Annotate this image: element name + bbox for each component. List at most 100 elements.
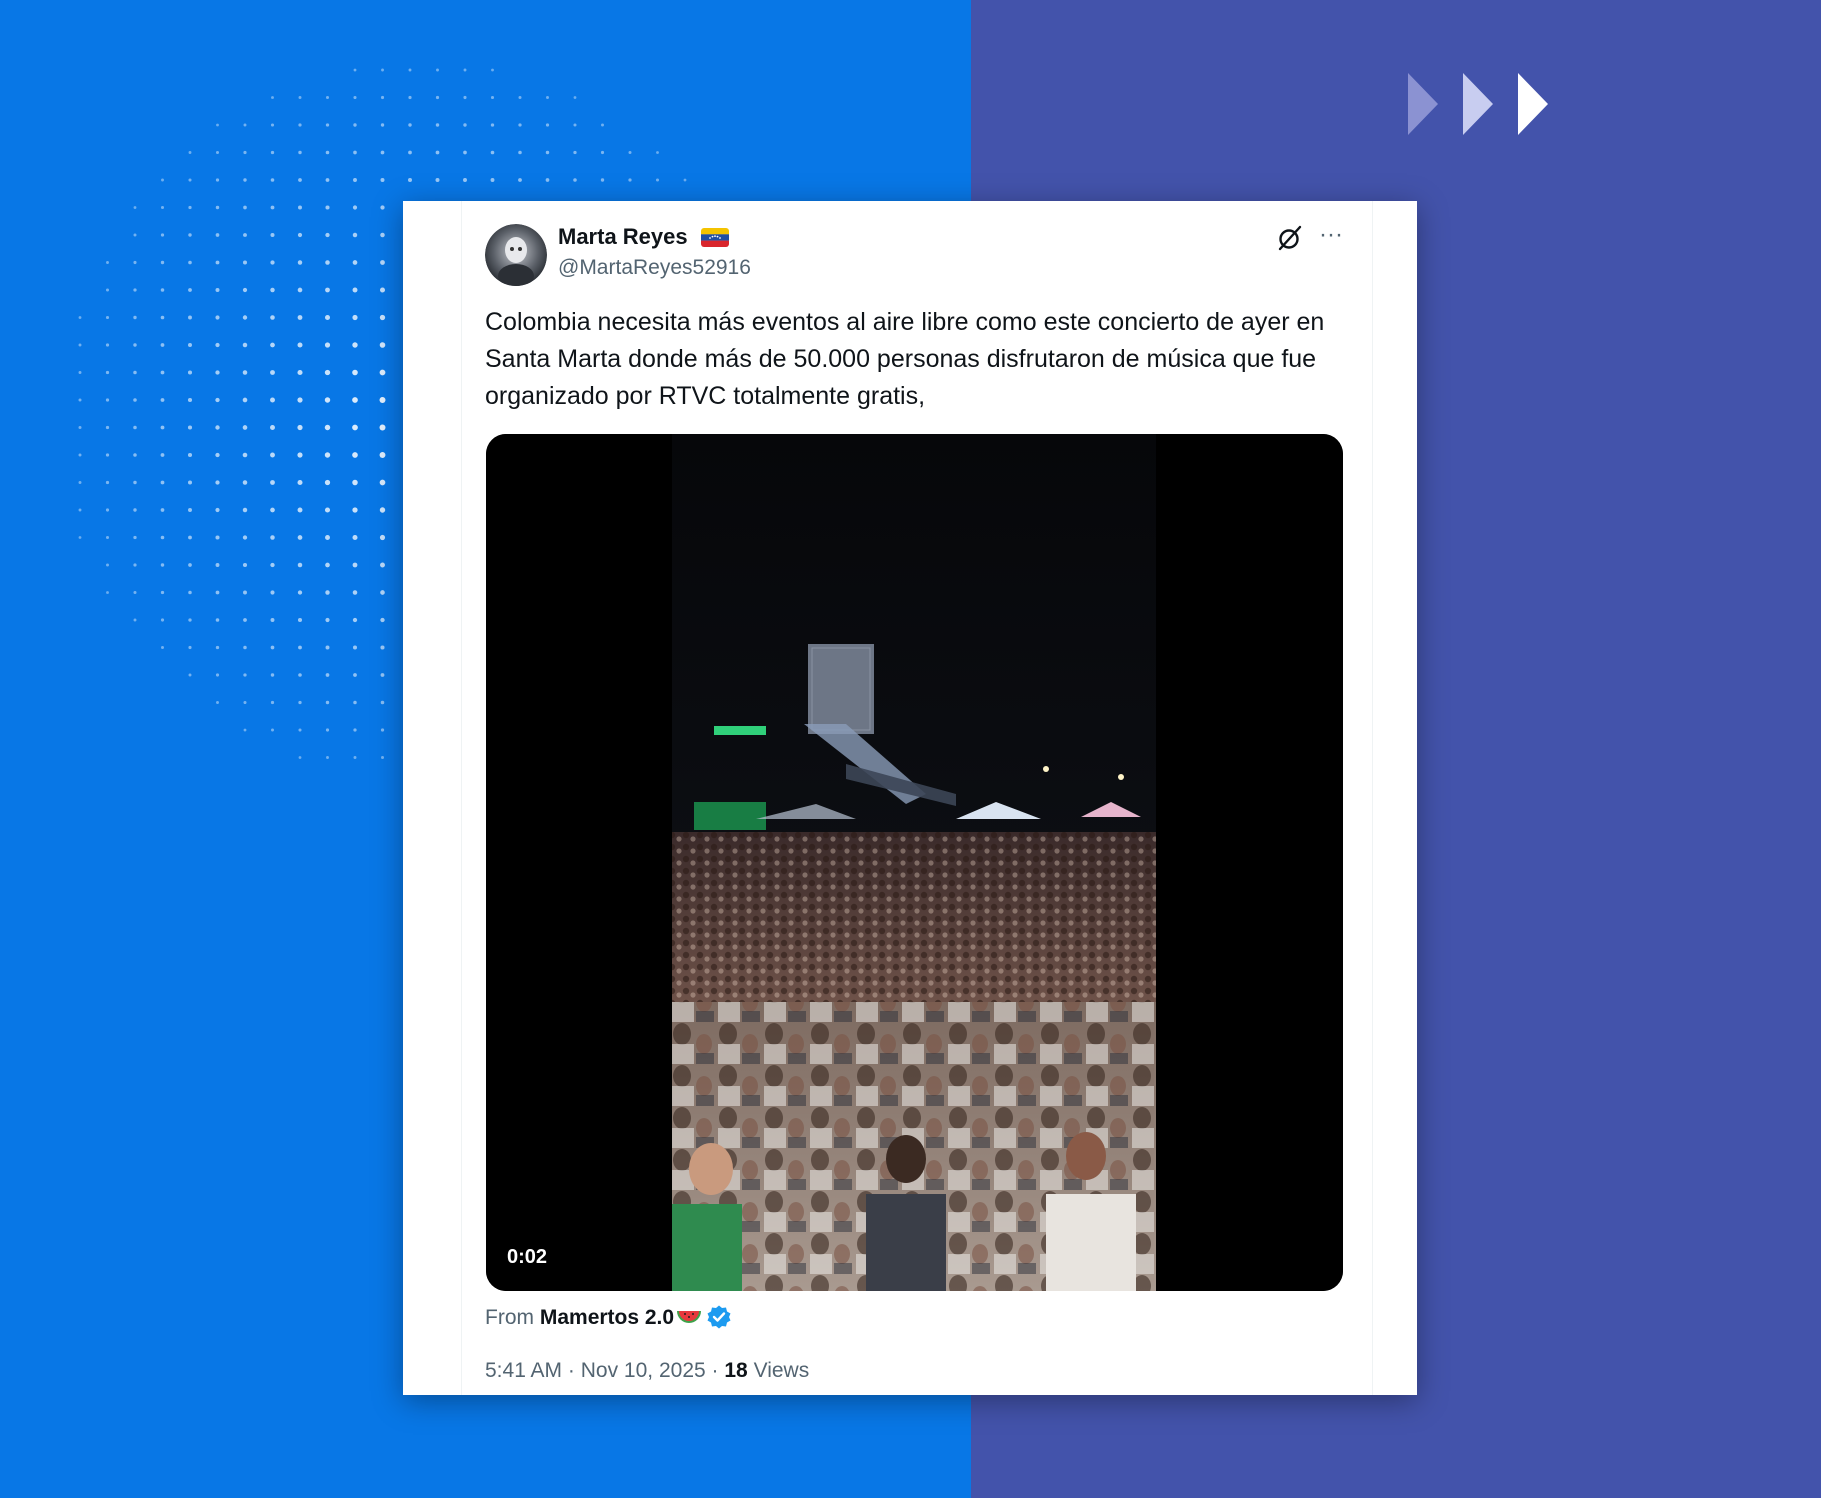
decor-dot	[408, 68, 412, 72]
decor-dot	[408, 150, 412, 155]
decor-dot	[379, 287, 386, 293]
decor-dot	[215, 535, 220, 540]
decor-dot	[379, 424, 386, 431]
decor-dot	[490, 95, 495, 100]
decor-dot	[78, 481, 82, 484]
decor-dot	[243, 590, 247, 595]
decor-dot	[325, 728, 330, 732]
decor-dot	[215, 590, 220, 595]
decor-dot	[188, 205, 192, 210]
more-options-icon[interactable]: ···	[1315, 223, 1347, 253]
tweet-time[interactable]: 5:41 AM	[485, 1359, 562, 1382]
decor-dot	[270, 178, 275, 182]
decor-dot	[379, 369, 386, 376]
decor-dot	[270, 618, 275, 622]
decor-dot	[573, 96, 577, 99]
decor-dot	[270, 645, 275, 650]
decor-dot	[270, 397, 275, 403]
decor-dot	[243, 700, 247, 705]
decor-dot	[105, 398, 110, 402]
decor-dot	[380, 150, 385, 155]
decor-dot	[133, 398, 137, 402]
decor-dot	[215, 260, 220, 265]
decor-dot	[160, 398, 165, 402]
decor-dot	[325, 617, 330, 623]
decor-dot	[352, 590, 358, 595]
decor-dot	[297, 479, 303, 486]
decor-dot	[628, 151, 632, 154]
decor-dot	[518, 95, 522, 100]
decor-dot	[270, 150, 275, 155]
decor-dot	[105, 508, 110, 512]
decor-dot	[600, 150, 605, 155]
decor-dot	[160, 480, 165, 485]
decor-dot	[133, 425, 137, 430]
decor-dot	[297, 342, 303, 348]
decor-dot	[188, 535, 192, 540]
decor-dot	[352, 534, 358, 541]
decor-dot	[353, 700, 357, 705]
decor-dot	[324, 507, 331, 513]
decor-dot	[325, 205, 330, 210]
decor-dot	[324, 314, 331, 321]
decor-dot	[133, 206, 137, 209]
decor-dot	[518, 150, 522, 155]
tweet-text: Colombia necesita más eventos al aire li…	[485, 308, 1325, 410]
decor-dot	[188, 260, 192, 265]
decor-dot	[297, 287, 303, 293]
author-name[interactable]: Marta Reyes	[558, 224, 688, 250]
decor-dot	[133, 453, 137, 457]
decor-dot	[380, 645, 385, 650]
author-handle[interactable]: @MartaReyes52916	[558, 256, 751, 280]
decor-dot	[160, 618, 165, 622]
decor-dot	[160, 563, 165, 567]
decor-dot	[352, 232, 358, 238]
tweet-video[interactable]: 0:02	[486, 434, 1343, 1291]
decor-dot	[242, 480, 248, 485]
decor-dot	[352, 260, 358, 265]
decor-dot	[352, 205, 358, 210]
decor-dot	[215, 645, 220, 650]
decor-dot	[408, 123, 412, 127]
decor-dot	[352, 369, 358, 376]
decor-dot	[243, 673, 247, 677]
decor-dot	[490, 123, 495, 127]
decor-dot	[215, 425, 220, 430]
decor-dot	[573, 123, 577, 127]
meta-separator: ·	[711, 1359, 719, 1382]
decor-dot	[243, 618, 247, 622]
decor-dot	[380, 700, 385, 705]
decor-dot	[379, 452, 386, 458]
decor-dot	[242, 535, 248, 540]
decor-dot	[380, 232, 385, 238]
decor-dot	[242, 452, 248, 458]
decor-dot	[380, 178, 385, 182]
decor-dot	[242, 315, 248, 320]
decor-dot	[270, 260, 275, 265]
decor-dot	[160, 370, 165, 375]
decor-dot	[105, 288, 110, 292]
tweet-date[interactable]: Nov 10, 2025	[581, 1359, 706, 1382]
decor-dot	[380, 673, 385, 677]
decor-dot	[352, 342, 358, 348]
decor-dot	[243, 645, 247, 650]
grok-icon[interactable]	[1275, 223, 1305, 253]
avatar[interactable]	[485, 224, 547, 286]
decor-dot	[270, 452, 275, 458]
decor-dot	[600, 178, 605, 182]
decor-dot	[270, 507, 275, 513]
source-account-link[interactable]: Mamertos 2.0	[540, 1306, 674, 1329]
decor-dot	[270, 342, 275, 348]
decor-dot	[324, 397, 331, 403]
decor-dot	[242, 260, 248, 265]
decor-dot	[353, 756, 357, 759]
decor-dot	[188, 288, 192, 292]
decor-dot	[352, 452, 358, 458]
decor-dot	[215, 452, 220, 458]
decor-dot	[78, 508, 82, 512]
decor-dot	[242, 287, 248, 293]
decor-dot	[215, 507, 220, 513]
tweet-meta: 5:41 AM · Nov 10, 2025 · 18 Views	[485, 1359, 809, 1383]
decor-dot	[298, 205, 302, 210]
tweet-card[interactable]: Marta Reyes @MartaReyes52916 ··· Colombi…	[403, 201, 1417, 1395]
